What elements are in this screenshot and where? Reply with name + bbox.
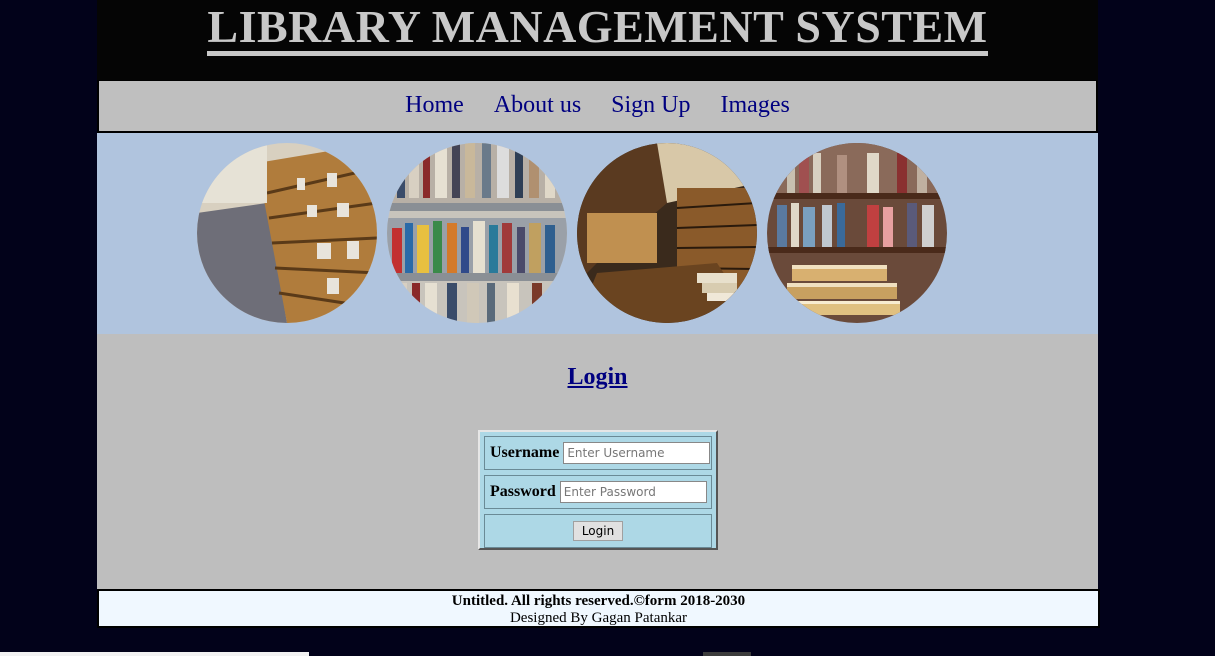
copyright-text: Untitled. All rights reserved.©form 2018… [451,593,746,609]
login-heading: Login [567,364,628,390]
main-nav: Home About us Sign Up Images [97,80,1098,132]
library-hall-image [577,143,757,323]
library-aisle-image [197,143,377,323]
page-container: LIBRARY MANAGEMENT SYSTEM Home About us … [97,0,1098,590]
password-input[interactable] [559,481,707,503]
designer-credit: Designed By Gagan Patankar [509,610,688,626]
login-button[interactable]: Login [572,521,624,541]
login-section: Login Username Password Login [97,334,1098,590]
nav-home-link[interactable]: Home [405,91,464,119]
username-row: Username [484,436,712,470]
bookshelf-closeup-image [387,143,567,323]
password-label: Password [490,483,556,500]
nav-about-link[interactable]: About us [494,91,581,119]
taskbar-tab [703,652,751,656]
taskbar-strip [0,652,309,656]
site-header: LIBRARY MANAGEMENT SYSTEM [97,0,1098,80]
site-footer: Untitled. All rights reserved.©form 2018… [97,589,1100,628]
login-form: Username Password Login [478,430,718,550]
nav-signup-link[interactable]: Sign Up [611,91,690,119]
submit-row: Login [484,514,712,548]
password-row: Password [484,475,712,509]
username-input[interactable] [563,442,711,464]
image-banner [97,132,1098,334]
username-label: Username [490,444,560,461]
site-title: LIBRARY MANAGEMENT SYSTEM [207,3,988,56]
book-stack-image [767,143,947,323]
nav-images-link[interactable]: Images [721,91,790,119]
